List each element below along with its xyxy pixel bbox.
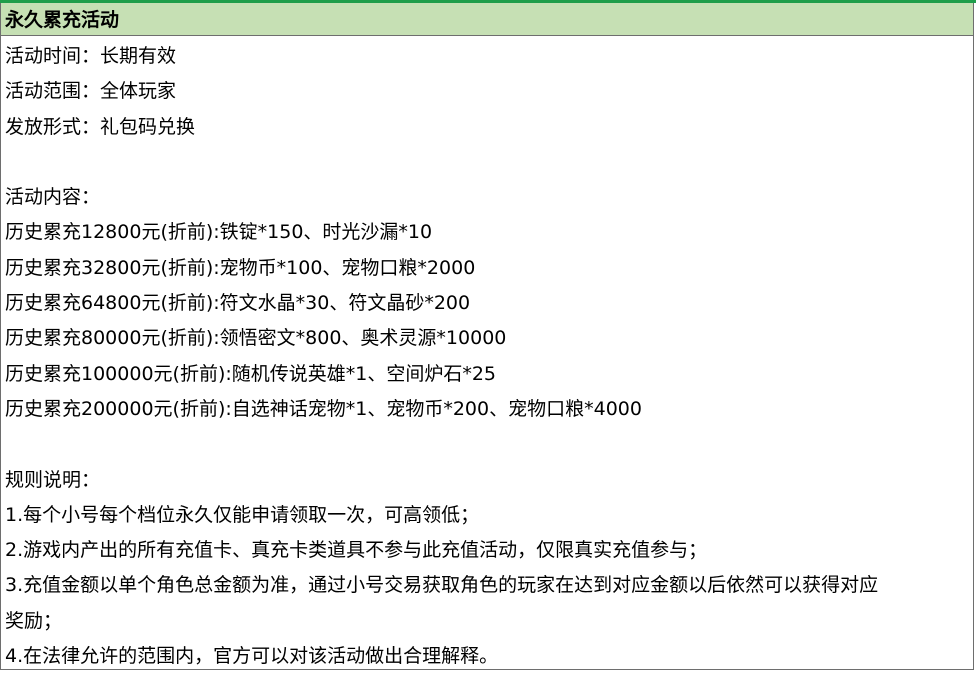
reward-tier: 历史累充200000元(折前):自选神话宠物*1、宠物币*200、宠物口粮*40… [5, 397, 642, 420]
reward-tier: 历史累充12800元(折前):铁锭*150、时光沙漏*10 [5, 221, 433, 244]
rule-item: 1.每个小号每个档位永久仅能申请领取一次，可高领低； [5, 503, 480, 526]
rule-item-continued: 奖励； [5, 609, 63, 632]
rule-item: 2.游戏内产出的所有充值卡、真充卡类道具不参与此充值活动，仅限真实充值参与； [5, 539, 708, 562]
rules-heading: 规则说明： [5, 468, 101, 491]
rule-item: 3.充值金额以单个角色总金额为准，通过小号交易获取角色的玩家在达到对应金额以后依… [5, 574, 879, 597]
event-time-text: 活动时间：长期有效 [5, 45, 177, 67]
event-form-text: 发放形式：礼包码兑换 [5, 115, 196, 138]
reward-tier: 历史累充32800元(折前):宠物币*100、宠物口粮*2000 [5, 256, 476, 279]
event-content: 活动时间：长期有效 活动范围：全体玩家 发放形式：礼包码兑换 活动内容： 历史累… [5, 39, 971, 674]
reward-tier: 历史累充80000元(折前):领悟密文*800、奥术灵源*10000 [5, 327, 507, 350]
event-scope-text: 活动范围：全体玩家 [5, 80, 177, 103]
event-header: 永久累充活动 [1, 3, 973, 36]
rewards-heading: 活动内容： [5, 186, 101, 209]
rule-item: 4.在法律允许的范围内，官方可以对该活动做出合理解释。 [5, 645, 499, 668]
reward-tier: 历史累充64800元(折前):符文水晶*30、符文晶砂*200 [5, 292, 471, 315]
event-sheet: 永久累充活动 活动时间：长期有效 活动范围：全体玩家 发放形式：礼包码兑换 活动… [0, 3, 974, 670]
reward-tier: 历史累充100000元(折前):随机传说英雄*1、空间炉石*25 [5, 362, 497, 385]
event-title: 永久累充活动 [5, 9, 120, 31]
